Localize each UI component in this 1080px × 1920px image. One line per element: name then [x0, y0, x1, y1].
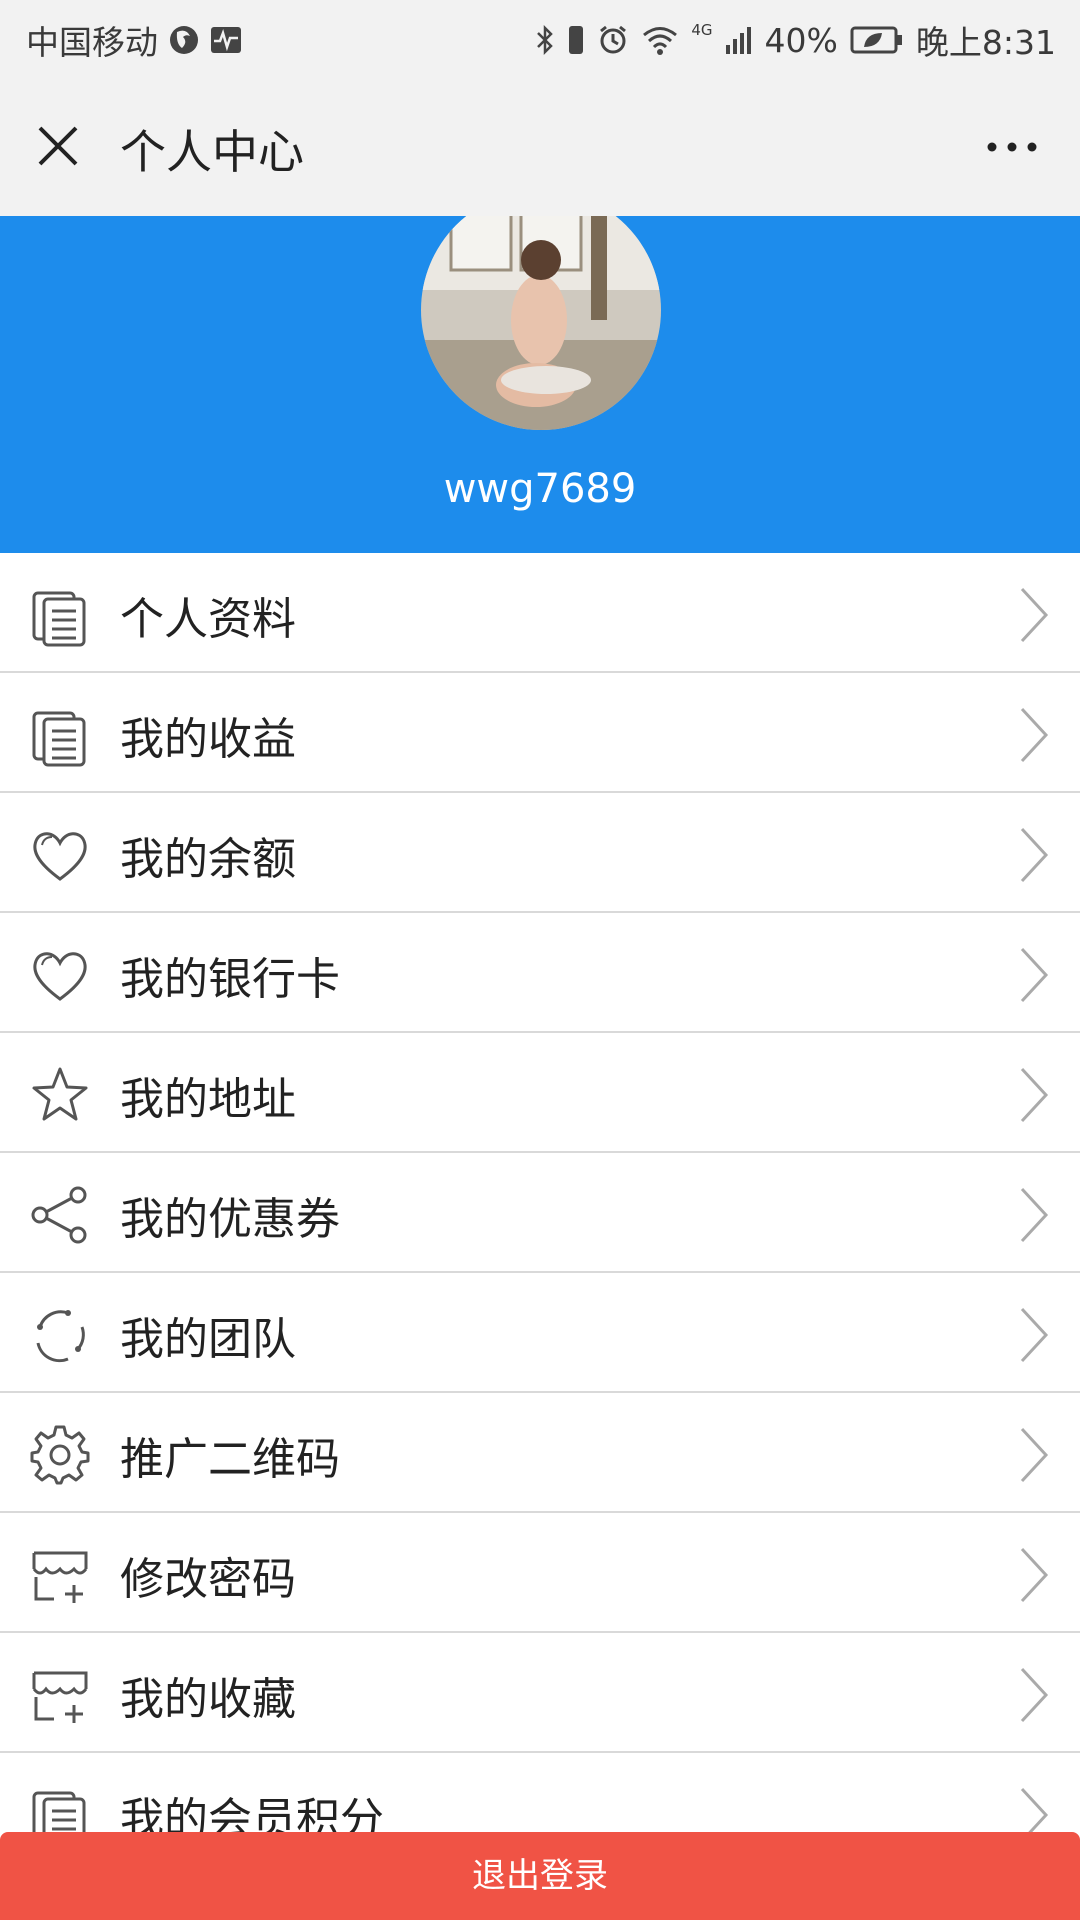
- network-type-label: 4G: [691, 21, 713, 39]
- menu-item-profile[interactable]: 个人资料: [0, 553, 1080, 673]
- page-title: 个人中心: [120, 125, 304, 179]
- menu-item-earnings[interactable]: 我的收益: [0, 673, 1080, 793]
- shop-add-icon: [32, 1551, 88, 1603]
- shop-add-icon: [32, 1671, 88, 1723]
- signal-icon: [725, 27, 751, 54]
- menu-item-change-password[interactable]: 修改密码: [0, 1513, 1080, 1633]
- alarm-icon: [600, 25, 627, 54]
- share-icon: [31, 1186, 87, 1244]
- menu-item-qr-code[interactable]: 推广二维码: [0, 1393, 1080, 1513]
- chevron-right-icon: [1020, 1067, 1049, 1123]
- menu-item-label: 我的收益: [120, 714, 296, 765]
- heart-icon: [33, 952, 87, 1001]
- chevron-right-icon: [1020, 827, 1049, 883]
- status-bar: 中国移动 4G 40% 晚上8:31: [0, 0, 1080, 76]
- battery-icon: [850, 26, 902, 54]
- menu-item-label: 我的地址: [120, 1074, 296, 1125]
- wifi-icon: [643, 27, 678, 55]
- menu-item-label: 修改密码: [120, 1554, 296, 1605]
- more-icon[interactable]: [984, 132, 1040, 162]
- vibrate-icon: [569, 26, 584, 54]
- logout-button[interactable]: 退出登录: [0, 1832, 1080, 1920]
- menu-item-label: 我的团队: [120, 1314, 296, 1365]
- menu-item-favorites[interactable]: 我的收藏: [0, 1633, 1080, 1753]
- chevron-right-icon: [1020, 1667, 1049, 1723]
- chevron-right-icon: [1020, 1547, 1049, 1603]
- menu-item-label: 个人资料: [120, 594, 296, 645]
- menu-item-label: 我的余额: [120, 834, 296, 885]
- menu-item-label: 我的优惠券: [120, 1194, 340, 1245]
- chevron-right-icon: [1020, 1307, 1049, 1363]
- chevron-right-icon: [1020, 707, 1049, 763]
- title-bar: 个人中心: [0, 76, 1080, 216]
- star-icon: [32, 1067, 88, 1121]
- menu-item-team[interactable]: 我的团队: [0, 1273, 1080, 1393]
- menu-item-label: 我的收藏: [120, 1674, 296, 1725]
- battery-percent: 40%: [764, 20, 838, 60]
- firefox-icon: [170, 26, 198, 54]
- menu-item-bank-card[interactable]: 我的银行卡: [0, 913, 1080, 1033]
- chevron-right-icon: [1020, 587, 1049, 643]
- avatar[interactable]: [421, 216, 661, 430]
- bluetooth-icon: [537, 24, 554, 56]
- menu-item-coupons[interactable]: 我的优惠券: [0, 1153, 1080, 1273]
- menu-list: 个人资料 我的收益 我的余额 我的银行卡 我的地址 我的优惠券 我的团队 推广二…: [0, 553, 1080, 1873]
- chevron-right-icon: [1020, 1187, 1049, 1243]
- document-icon: [32, 591, 86, 647]
- chevron-right-icon: [1020, 1427, 1049, 1483]
- menu-item-label: 推广二维码: [120, 1434, 340, 1485]
- refresh-icon: [36, 1310, 85, 1363]
- activity-icon: [211, 27, 241, 53]
- heart-icon: [33, 832, 87, 881]
- document-icon: [32, 711, 86, 767]
- profile-header: wwg7689: [0, 216, 1080, 553]
- close-icon[interactable]: [34, 122, 82, 170]
- chevron-right-icon: [1020, 947, 1049, 1003]
- clock-time: 晚上8:31: [915, 23, 1056, 62]
- gear-icon: [30, 1425, 90, 1485]
- username: wwg7689: [443, 466, 637, 512]
- menu-item-balance[interactable]: 我的余额: [0, 793, 1080, 913]
- carrier-label: 中国移动: [26, 23, 158, 62]
- menu-item-label: 我的银行卡: [120, 954, 340, 1005]
- menu-item-address[interactable]: 我的地址: [0, 1033, 1080, 1153]
